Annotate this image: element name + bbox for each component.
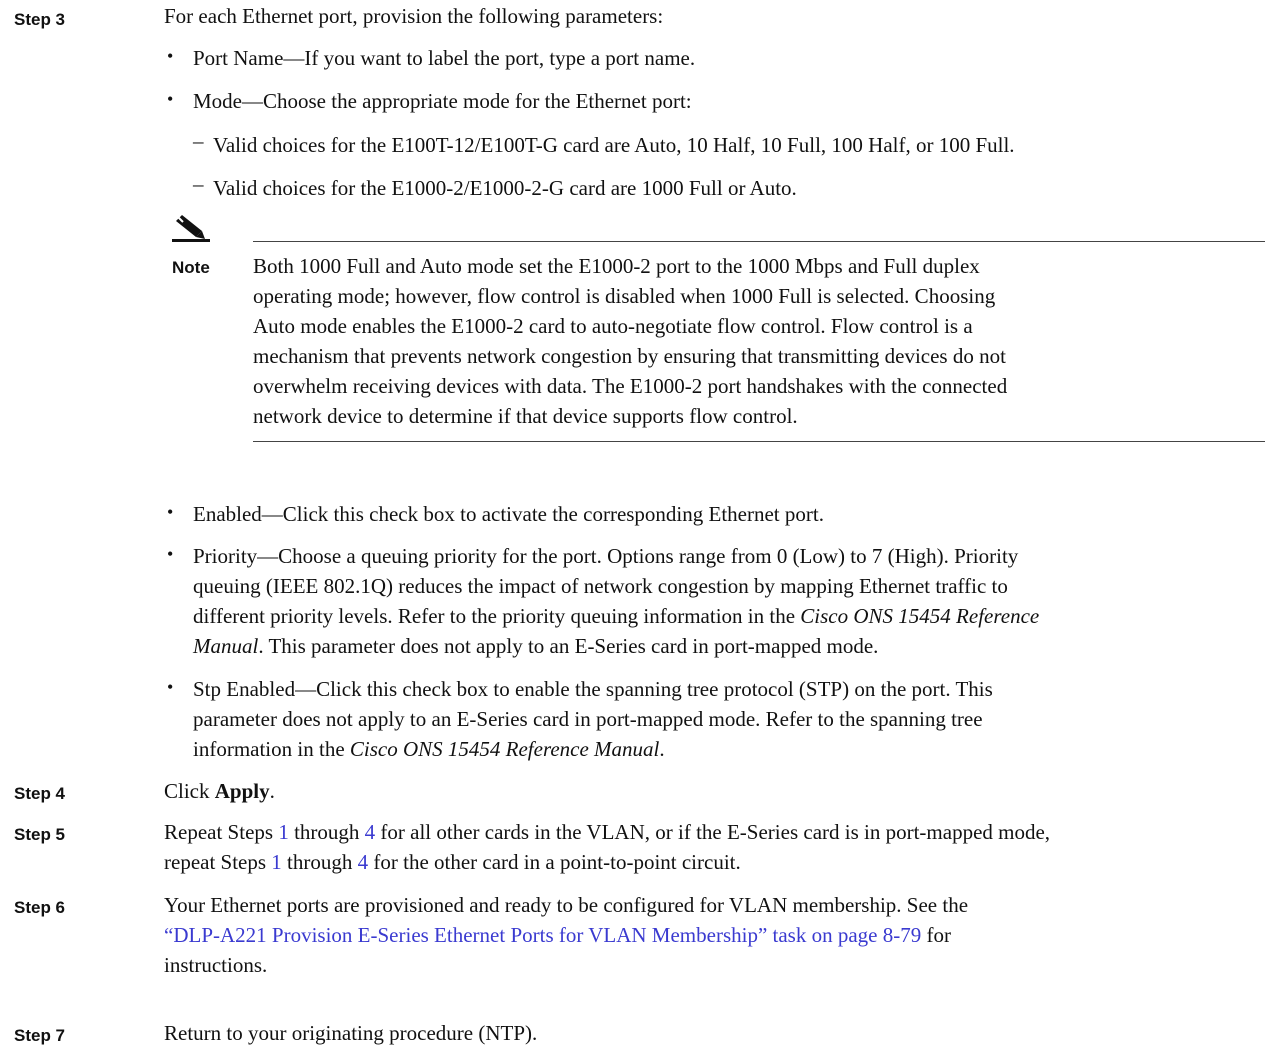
note-line: overwhelm receiving devices with data. T… bbox=[253, 374, 1008, 398]
bullet: • bbox=[167, 46, 174, 66]
apply-button-ref: Apply bbox=[214, 779, 270, 803]
step-5-label: Step 5 bbox=[14, 825, 66, 844]
priority-line: Manual. This parameter does not apply to… bbox=[193, 634, 879, 658]
reference-manual-title: Cisco ONS 15454 Reference bbox=[800, 604, 1040, 628]
note-label: Note bbox=[172, 258, 210, 277]
reference-manual-title: Manual bbox=[193, 634, 259, 658]
note-line: operating mode; however, flow control is… bbox=[253, 284, 996, 308]
stp-line: parameter does not apply to an E-Series … bbox=[193, 707, 983, 731]
note-bottom-rule bbox=[253, 441, 1265, 442]
note-line: Both 1000 Full and Auto mode set the E10… bbox=[253, 254, 980, 278]
mode-item: Mode—Choose the appropriate mode for the… bbox=[193, 89, 692, 113]
step-6-line: Your Ethernet ports are provisioned and … bbox=[164, 893, 969, 917]
step-5-line: repeat Steps 1 through 4 for the other c… bbox=[164, 850, 741, 874]
note-pencil-icon bbox=[172, 213, 212, 243]
step-7-text: Return to your originating procedure (NT… bbox=[164, 1021, 538, 1045]
step-4-link[interactable]: 4 bbox=[358, 850, 369, 874]
step-1-link[interactable]: 1 bbox=[278, 820, 289, 844]
step-4-text: Click Apply. bbox=[164, 779, 275, 803]
step-4-link[interactable]: 4 bbox=[365, 820, 376, 844]
step-4-label: Step 4 bbox=[14, 784, 66, 803]
note-line: network device to determine if that devi… bbox=[253, 404, 798, 428]
dash: – bbox=[193, 129, 204, 153]
bullet: • bbox=[167, 89, 174, 109]
step-6-label: Step 6 bbox=[14, 898, 66, 917]
step-6-line: instructions. bbox=[164, 953, 268, 977]
stp-line: information in the Cisco ONS 15454 Refer… bbox=[193, 737, 665, 761]
bullet: • bbox=[167, 544, 174, 564]
bullet: • bbox=[167, 502, 174, 522]
port-name-item: Port Name—If you want to label the port,… bbox=[193, 46, 696, 70]
step-3-text: For each Ethernet port, provision the fo… bbox=[164, 4, 664, 28]
step-5-line: Repeat Steps 1 through 4 for all other c… bbox=[164, 820, 1051, 844]
note-line: Auto mode enables the E1000-2 card to au… bbox=[253, 314, 973, 338]
priority-line: Priority—Choose a queuing priority for t… bbox=[193, 544, 1019, 568]
enabled-item: Enabled—Click this check box to activate… bbox=[193, 502, 824, 526]
priority-line: different priority levels. Refer to the … bbox=[193, 604, 1040, 628]
stp-line: Stp Enabled—Click this check box to enab… bbox=[193, 677, 993, 701]
mode-choice-2: Valid choices for the E1000-2/E1000-2-G … bbox=[213, 176, 797, 200]
bullet: • bbox=[167, 677, 174, 697]
note-line: mechanism that prevents network congesti… bbox=[253, 344, 1006, 368]
reference-manual-title: Cisco ONS 15454 Reference Manual bbox=[349, 737, 660, 761]
priority-line: queuing (IEEE 802.1Q) reduces the impact… bbox=[193, 574, 1008, 598]
step-1-link[interactable]: 1 bbox=[271, 850, 282, 874]
step-3-label: Step 3 bbox=[14, 10, 66, 29]
dlp-a221-task-link[interactable]: “DLP-A221 Provision E-Series Ethernet Po… bbox=[164, 923, 921, 947]
note-top-rule bbox=[253, 241, 1265, 242]
mode-choice-1: Valid choices for the E100T-12/E100T-G c… bbox=[213, 133, 1015, 157]
step-7-label: Step 7 bbox=[14, 1026, 66, 1045]
step-6-line: “DLP-A221 Provision E-Series Ethernet Po… bbox=[164, 923, 951, 947]
dash: – bbox=[193, 172, 204, 196]
